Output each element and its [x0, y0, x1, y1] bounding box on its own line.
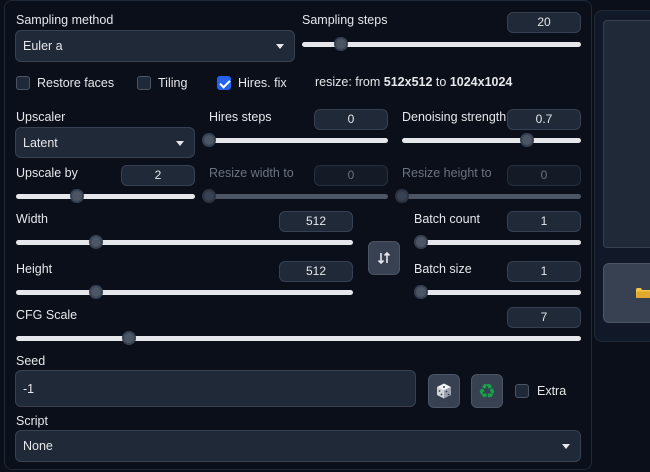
- slider-track: [16, 290, 353, 295]
- slider-thumb[interactable]: [520, 133, 535, 147]
- batch-size-label: Batch size: [414, 262, 472, 276]
- resize-to-value: 1024x1024: [449, 75, 513, 89]
- cfg-scale-slider[interactable]: [16, 331, 581, 345]
- recycle-icon: ♻: [478, 379, 496, 403]
- swap-dimensions-button[interactable]: [368, 241, 400, 275]
- width-label: Width: [16, 212, 48, 226]
- sampling-steps-slider[interactable]: [302, 37, 581, 51]
- batch-size-slider[interactable]: [414, 285, 581, 299]
- resize-from-value: 512x512: [383, 75, 433, 89]
- resize-info-prefix: resize: from: [315, 75, 384, 89]
- slider-track: [16, 194, 195, 199]
- slider-thumb[interactable]: [122, 331, 136, 345]
- upscaler-label: Upscaler: [16, 110, 66, 124]
- hires-steps-input[interactable]: 0: [314, 109, 388, 130]
- resize-height-input[interactable]: 0: [507, 165, 581, 186]
- cfg-scale-input[interactable]: 7: [507, 307, 581, 328]
- slider-track: [402, 138, 581, 143]
- slider-track: [402, 194, 581, 199]
- resize-width-label: Resize width to: [209, 166, 294, 180]
- hires-steps-label: Hires steps: [209, 110, 272, 124]
- height-slider[interactable]: [16, 285, 353, 299]
- resize-height-label: Resize height to: [402, 166, 492, 180]
- slider-thumb[interactable]: [88, 235, 103, 249]
- resize-height-slider[interactable]: [395, 189, 581, 203]
- slider-track: [421, 290, 581, 295]
- upscaler-value: Latent: [23, 135, 58, 150]
- denoising-strength-label: Denoising strength: [402, 110, 507, 124]
- chevron-down-icon: [276, 44, 284, 49]
- upscale-by-input[interactable]: 2: [121, 165, 195, 186]
- slider-thumb[interactable]: [333, 37, 348, 51]
- script-dropdown[interactable]: None: [15, 430, 581, 462]
- slider-track: [209, 194, 388, 199]
- slider-track: [16, 336, 581, 341]
- denoising-strength-slider[interactable]: [402, 133, 581, 147]
- chevron-down-icon: [562, 444, 570, 449]
- resize-width-slider[interactable]: [202, 189, 388, 203]
- hires-steps-slider[interactable]: [202, 133, 388, 147]
- slider-track: [16, 240, 353, 245]
- slider-thumb[interactable]: [202, 133, 216, 147]
- upscale-by-slider[interactable]: [16, 189, 195, 203]
- batch-count-label: Batch count: [414, 212, 481, 226]
- extra-checkbox[interactable]: [515, 384, 529, 398]
- height-input[interactable]: 512: [279, 261, 353, 282]
- batch-count-input[interactable]: 1: [507, 211, 581, 232]
- folder-icon: [636, 288, 650, 298]
- slider-track: [421, 240, 581, 245]
- height-label: Height: [16, 262, 53, 276]
- tiling-label: Tiling: [158, 76, 188, 90]
- slider-thumb[interactable]: [395, 189, 409, 203]
- sampling-method-label: Sampling method: [16, 13, 114, 27]
- random-seed-button[interactable]: [428, 374, 460, 408]
- script-label: Script: [16, 414, 48, 428]
- sampling-steps-label: Sampling steps: [302, 13, 388, 27]
- resize-info-text: resize: from 512x512 to 1024x1024: [315, 75, 512, 89]
- denoising-strength-input[interactable]: 0.7: [507, 109, 581, 130]
- cfg-scale-label: CFG Scale: [16, 308, 78, 322]
- open-folder-button[interactable]: [603, 263, 650, 323]
- chevron-down-icon: [176, 140, 184, 146]
- restore-faces-label: Restore faces: [37, 76, 115, 90]
- slider-thumb[interactable]: [69, 189, 84, 203]
- width-input[interactable]: 512: [279, 211, 353, 232]
- seed-input[interactable]: -1: [15, 370, 416, 407]
- script-value: None: [23, 439, 53, 453]
- slider-thumb[interactable]: [88, 285, 103, 299]
- slider-track: [209, 138, 388, 143]
- batch-count-slider[interactable]: [414, 235, 581, 249]
- slider-thumb[interactable]: [202, 189, 216, 203]
- swap-dimensions-icon: [377, 251, 391, 265]
- resize-info-to: to: [432, 75, 450, 89]
- slider-thumb[interactable]: [414, 285, 428, 299]
- reuse-seed-button[interactable]: ♻: [471, 374, 503, 408]
- slider-thumb[interactable]: [414, 235, 428, 249]
- upscale-by-label: Upscale by: [16, 166, 78, 180]
- sampling-steps-input[interactable]: 20: [507, 12, 581, 33]
- upscaler-dropdown[interactable]: Latent: [15, 127, 195, 158]
- seed-label: Seed: [16, 354, 46, 368]
- sampling-method-value: Euler a: [23, 39, 63, 53]
- sampling-method-dropdown[interactable]: Euler a: [15, 30, 295, 62]
- dice-icon: [437, 383, 451, 399]
- extra-label: Extra: [537, 384, 567, 398]
- width-slider[interactable]: [16, 235, 353, 249]
- resize-width-input[interactable]: 0: [314, 165, 388, 186]
- hires-fix-checkbox[interactable]: [217, 76, 231, 90]
- batch-size-input[interactable]: 1: [507, 261, 581, 282]
- tiling-checkbox[interactable]: [137, 76, 151, 90]
- restore-faces-checkbox[interactable]: [16, 76, 30, 90]
- output-image-area: [603, 20, 650, 248]
- hires-fix-label: Hires. fix: [238, 76, 287, 90]
- seed-value: -1: [23, 381, 35, 396]
